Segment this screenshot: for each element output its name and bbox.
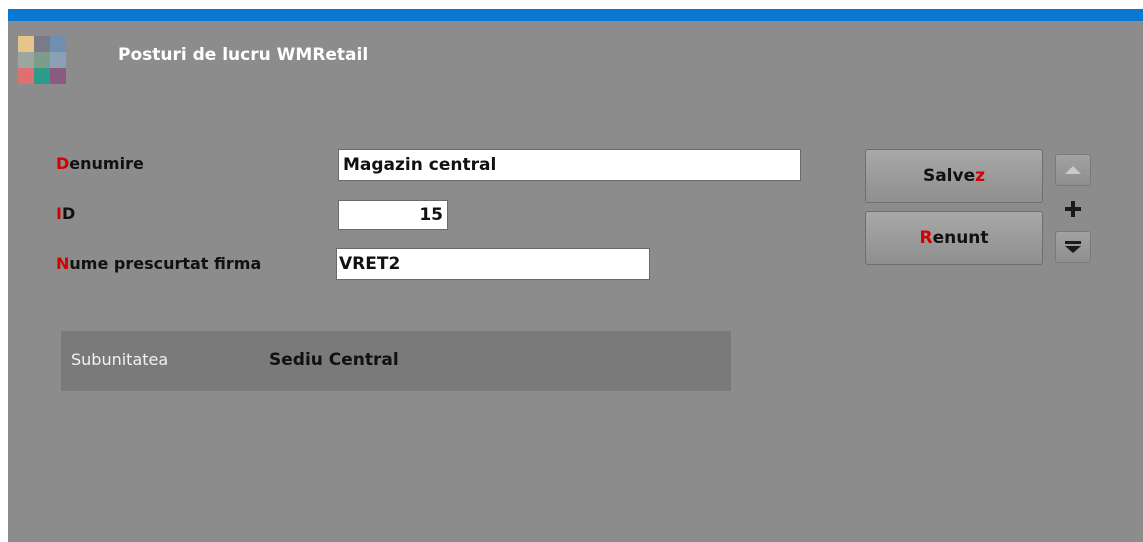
add-record-button[interactable] [1055,195,1091,223]
denumire-label: Denumire [56,154,144,173]
save-hotkey: z [975,166,986,186]
nume-prescurtat-input[interactable] [336,248,650,280]
subunit-value[interactable]: Sediu Central [269,350,399,370]
id-label: ID [56,204,75,223]
save-button[interactable]: Salve z [865,149,1043,203]
next-record-button[interactable] [1055,231,1091,263]
cancel-button[interactable]: Renunt [865,211,1043,265]
denumire-hotkey: D [56,154,70,173]
nume-prescurtat-label: Nume prescurtat firma [56,254,261,273]
window-title: Posturi de lucru WMRetail [118,45,369,65]
denumire-input[interactable] [338,149,801,181]
save-button-label: Salve [922,166,976,186]
nume-label-text: ume prescurtat firma [69,254,262,273]
subunit-panel: Subunitatea Sediu Central [61,331,731,391]
previous-record-button[interactable] [1055,154,1091,186]
title-accent-bar [8,9,1143,21]
id-label-text: D [61,204,76,223]
denumire-label-text: enumire [69,154,144,173]
id-input[interactable] [338,200,448,230]
cancel-button-label: enunt [932,228,989,248]
plus-icon [1065,201,1081,217]
app-window: Posturi de lucru WMRetail Denumire ID Nu… [8,9,1143,542]
nume-hotkey: N [56,254,70,273]
subunit-label: Subunitatea [71,350,169,369]
app-logo-icon [18,36,66,84]
chevron-up-icon [1065,166,1081,174]
chevron-down-icon [1065,241,1081,253]
cancel-hotkey: R [919,228,933,248]
